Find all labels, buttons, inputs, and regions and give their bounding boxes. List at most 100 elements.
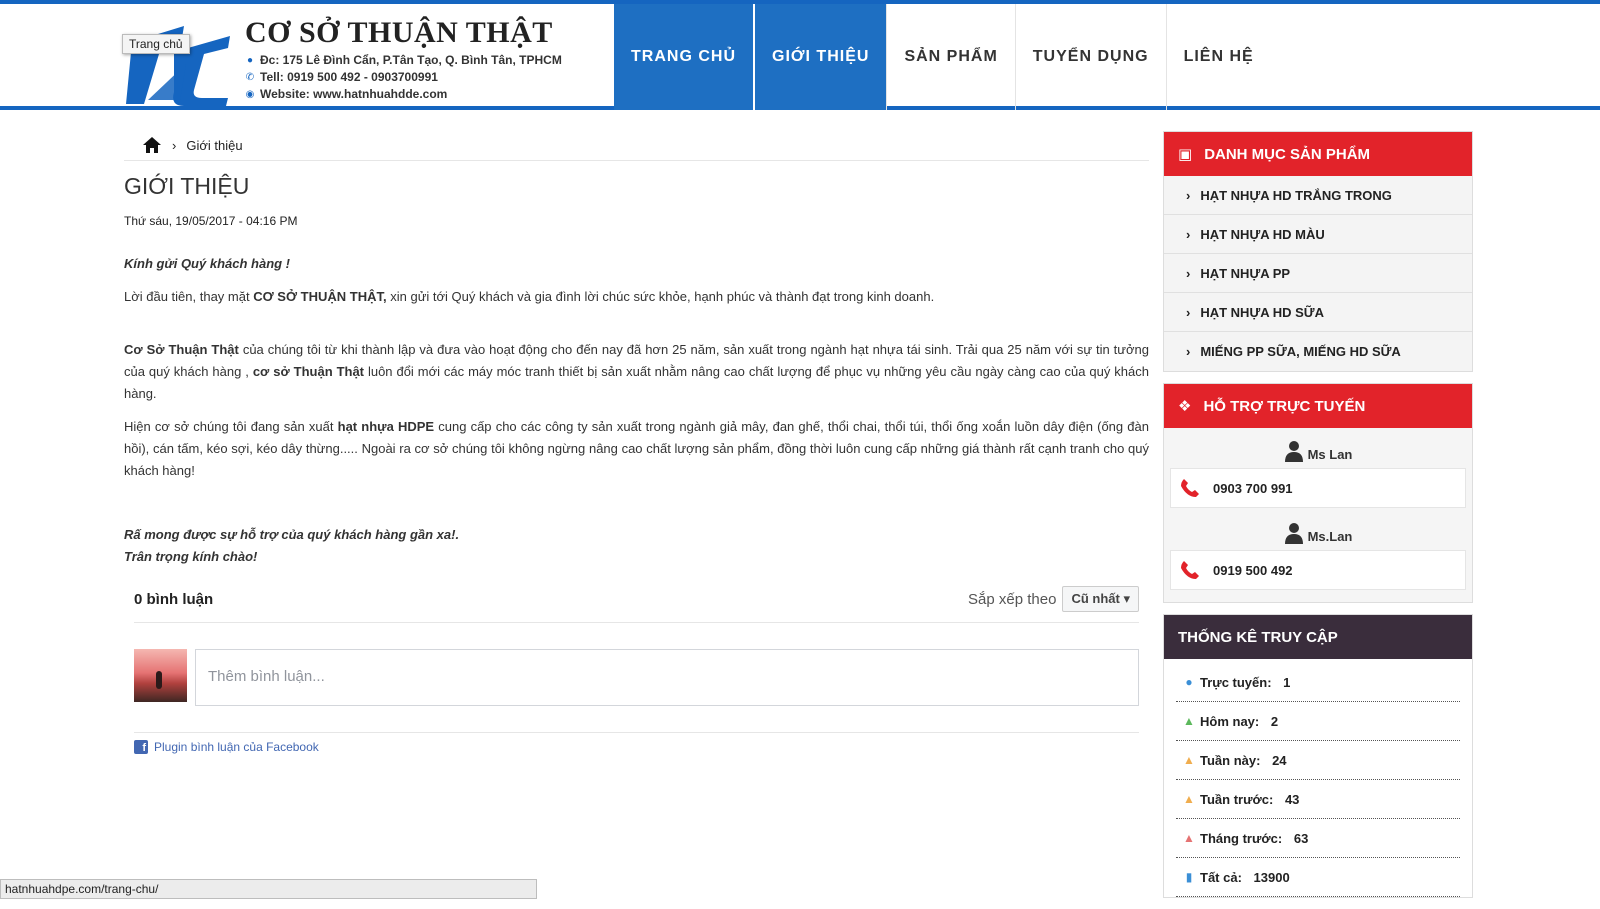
support-list: Ms Lan 0903 700 991 Ms.Lan 0919 500 492 [1164,428,1472,602]
stat-value: 24 [1272,752,1287,768]
stat-today: ▲ Hôm nay: 2 [1176,702,1460,741]
sidebar: ▣ DANH MỤC SẢN PHẨM › HẠT NHỰA HD TRẮNG TR… [1163,131,1473,909]
home-icon[interactable] [142,136,162,154]
category-item[interactable]: › HẠT NHỰA HD MÀU [1164,215,1472,254]
nav-san-pham[interactable]: SẢN PHẨM [887,4,1016,110]
stat-label: Tuần này: [1200,752,1261,768]
chevron-right-icon: › [1186,304,1191,320]
category-item[interactable]: › HẠT NHỰA PP [1164,254,1472,293]
chat-icon: ❖ [1178,398,1192,415]
comment-composer: Thêm bình luận... [134,649,1139,706]
support-phone-number: 0903 700 991 [1213,480,1293,496]
user-icon: ▲ [1183,831,1195,845]
nav-tuyen-dung[interactable]: TUYỂN DỤNG [1016,4,1167,110]
company-logo[interactable] [122,12,234,108]
globe-icon: ◉ [245,88,255,100]
chevron-right-icon: › [1186,187,1191,203]
support-contact-name: Ms Lan [1170,436,1466,468]
intro-text-c: xin gửi tới Quý khách và gia đình lời ch… [386,289,935,304]
intro-company: CƠ SỞ THUẬN THẬT, [253,289,387,304]
support-phone-number: 0919 500 492 [1213,562,1293,578]
closing: Rấ mong được sự hỗ trợ của quý khách hàn… [124,524,1149,568]
bar-chart-icon: ▮ [1185,870,1193,884]
caret-down-icon: ▾ [1123,591,1130,606]
nav-trang-chu[interactable]: TRANG CHỦ [614,4,755,110]
stat-label: Hôm nay: [1200,713,1260,729]
site-header: Trang chủ CƠ SỞ THUẬN THẬT ● Đc: 175 Lê Đ… [0,4,1600,110]
category-label: HẠT NHỰA HD SỮA [1200,304,1324,320]
sort-control: Sắp xếp theo Cũ nhất ▾ [968,586,1139,612]
intro-text-a: Lời đầu tiên, thay mặt [124,289,254,304]
breadcrumb: › Giới thiệu [124,128,1149,161]
category-item[interactable]: › MIẾNG PP SỮA, MIẾNG HD SỮA [1164,332,1472,371]
stats-header: THỐNG KÊ TRUY CẬP [1164,615,1472,659]
comments-header: 0 bình luận Sắp xếp theo Cũ nhất ▾ [134,586,1139,623]
history-company: Cơ Sở Thuận Thật [124,342,239,357]
stat-online: ● Trực tuyến: 1 [1176,663,1460,702]
sort-label: Sắp xếp theo [968,590,1057,608]
category-item[interactable]: › HẠT NHỰA HD SỮA [1164,293,1472,332]
comment-count: 0 bình luận [134,590,214,608]
user-icon [1284,441,1303,462]
chevron-right-icon: › [1186,265,1191,281]
stats-box: THỐNG KÊ TRUY CẬP ● Trực tuyến: 1 ▲ Hôm na… [1163,614,1473,898]
chevron-right-icon: › [1186,226,1191,242]
facebook-comments: 0 bình luận Sắp xếp theo Cũ nhất ▾ Thêm … [124,586,1149,754]
category-label: HẠT NHỰA HD TRẮNG TRONG [1200,187,1392,203]
closing-line-1: Rấ mong được sự hỗ trợ của quý khách hàn… [124,527,460,542]
sort-dropdown[interactable]: Cũ nhất ▾ [1062,586,1139,612]
stat-label: Tất cả: [1200,869,1242,885]
post-date: Thứ sáu, 19/05/2017 - 04:16 PM [124,214,298,228]
facebook-plugin-link[interactable]: f Plugin bình luận của Facebook [134,732,1139,754]
support-header: ❖ HỖ TRỢ TRỰC TUYẾN [1164,384,1472,428]
category-label: HẠT NHỰA PP [1200,265,1291,281]
main-content: › Giới thiệu GIỚI THIỆU Thứ sáu, 19/05/2… [124,128,1149,754]
support-phone[interactable]: 0903 700 991 [1170,468,1466,508]
phone-line: ✆ Tell: 0919 500 492 - 0903700991 [245,70,562,84]
category-title: DANH MỤC SẢN PHẨM [1204,145,1371,163]
support-title: HỖ TRỢ TRỰC TUYẾN [1203,397,1366,415]
website-line: ◉ Website: www.hatnhuahdde.com [245,87,562,101]
website-text: Website: www.hatnhuahdde.com [260,87,448,101]
nav-gioi-thieu[interactable]: GIỚI THIỆU [755,4,888,110]
stats-list: ● Trực tuyến: 1 ▲ Hôm nay: 2 ▲ Tuần này: 24… [1164,659,1472,897]
intro-paragraph: Lời đầu tiên, thay mặt CƠ SỞ THUẬN THẬT,… [124,286,1149,308]
company-name: CƠ SỞ THUẬN THẬT [245,16,553,49]
support-box: ❖ HỖ TRỢ TRỰC TUYẾN Ms Lan 0903 700 991 M… [1163,383,1473,603]
category-label: HẠT NHỰA HD MÀU [1200,226,1325,242]
stat-label: Trực tuyến: [1200,674,1272,690]
company-info: CƠ SỞ THUẬN THẬT ● Đc: 175 Lê Đình Cẩn, P… [245,16,562,101]
support-name: Ms Lan [1307,447,1353,462]
chevron-right-icon: › [172,137,177,153]
breadcrumb-current: Giới thiệu [186,137,243,153]
user-icon: ▲ [1183,792,1195,806]
products-text-a: Hiện cơ sở chúng tôi đang sản xuất [124,419,338,434]
browser-status-bar: hatnhuahdpe.com/trang-chu/ [0,879,537,899]
stat-label: Tháng trước: [1200,830,1283,846]
stat-total: ▮ Tất cả: 13900 [1176,858,1460,897]
stat-value: 43 [1284,791,1300,807]
user-icon [1284,523,1303,544]
stat-value: 13900 [1253,869,1290,885]
sort-value: Cũ nhất [1071,591,1120,606]
phone-text: Tell: 0919 500 492 - 0903700991 [260,70,438,84]
stats-title: THỐNG KÊ TRUY CẬP [1178,628,1338,646]
comment-input[interactable]: Thêm bình luận... [195,649,1139,706]
globe-icon: ● [1185,675,1193,689]
stat-value: 2 [1270,713,1279,729]
nav-lien-he[interactable]: LIÊN HỆ [1167,4,1271,110]
plugin-label: Plugin bình luận của Facebook [154,740,319,754]
phone-small-icon: ✆ [245,71,255,83]
phone-icon [1181,479,1199,497]
main-nav: TRANG CHỦ GIỚI THIỆU SẢN PHẨM TUYỂN DỤNG… [614,4,1271,110]
support-contact-name: Ms.Lan [1170,518,1466,550]
category-item[interactable]: › HẠT NHỰA HD TRẮNG TRONG [1164,176,1472,215]
address-line: ● Đc: 175 Lê Đình Cẩn, P.Tân Tạo, Q. Bình… [245,53,562,67]
location-pin-icon: ● [246,54,254,66]
stat-this-week: ▲ Tuần này: 24 [1176,741,1460,780]
stat-last-week: ▲ Tuần trước: 43 [1176,780,1460,819]
stat-value: 1 [1283,674,1291,690]
avatar [134,649,187,702]
products-paragraph: Hiện cơ sở chúng tôi đang sản xuất hạt n… [124,416,1149,482]
support-phone[interactable]: 0919 500 492 [1170,550,1466,590]
